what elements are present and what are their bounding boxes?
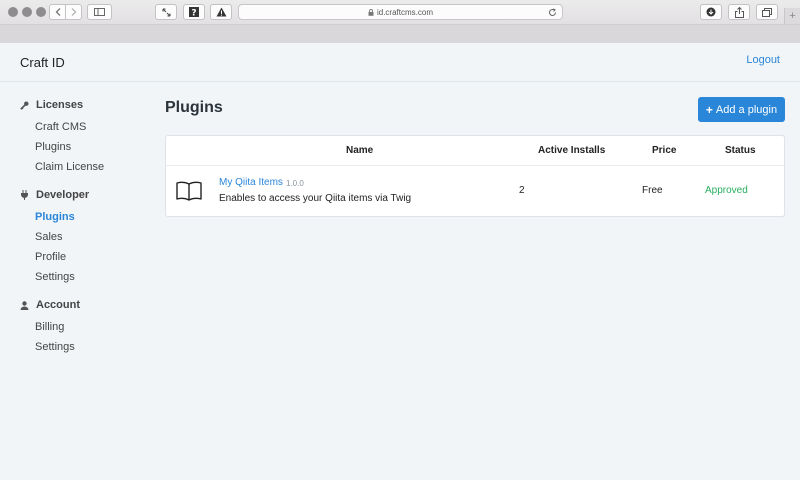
warning-icon [216, 7, 226, 17]
key-icon [20, 101, 29, 110]
sidebar-group-developer: Developer [20, 189, 89, 201]
add-plugin-label: Add a plugin [715, 103, 778, 116]
sidebar-group-account: Account [20, 299, 80, 311]
browser-chrome: ? id.craftcms.com + [0, 0, 800, 43]
sidebar-toggle-button[interactable] [87, 4, 112, 20]
user-icon [20, 300, 29, 310]
sidebar-item-billing[interactable]: Billing [35, 321, 64, 333]
active-installs-value: 2 [519, 185, 525, 196]
sidebar-item-developer-settings[interactable]: Settings [35, 271, 75, 283]
sidebar-group-licenses: Licenses [20, 99, 83, 111]
plugins-table: Name Active Installs Price Status My Qii… [165, 135, 785, 217]
address-bar[interactable]: id.craftcms.com [238, 4, 563, 20]
svg-text:?: ? [191, 9, 196, 18]
extension-button-3[interactable] [210, 4, 232, 20]
lock-icon [368, 8, 374, 16]
add-plugin-button[interactable]: + Add a plugin [698, 97, 785, 122]
table-row[interactable]: My Qiita Items 1.0.0 Enables to access y… [166, 167, 784, 217]
browser-toolbar: ? id.craftcms.com [0, 0, 800, 24]
column-header-name[interactable]: Name [346, 145, 373, 156]
new-tab-button[interactable]: + [784, 8, 800, 24]
share-button[interactable] [728, 4, 750, 20]
sidebar-item-claim-license[interactable]: Claim License [35, 161, 104, 173]
plug-icon [21, 190, 28, 200]
sidebar-item-account-settings[interactable]: Settings [35, 341, 75, 353]
sidebar-item-profile[interactable]: Profile [35, 251, 66, 263]
plugin-version: 1.0.0 [286, 179, 304, 188]
expand-icon [162, 8, 170, 16]
sidebar-item-sales[interactable]: Sales [35, 231, 63, 243]
back-button[interactable] [49, 4, 66, 20]
close-window-button[interactable] [8, 7, 18, 17]
address-bar-url: id.craftcms.com [376, 7, 433, 17]
share-icon [734, 6, 744, 18]
table-header: Name Active Installs Price Status [166, 136, 784, 166]
downloads-button[interactable] [700, 4, 722, 20]
chevron-right-icon [71, 8, 76, 16]
status-badge: Approved [705, 185, 748, 196]
sidebar-item-license-plugins[interactable]: Plugins [35, 141, 71, 153]
plugin-description: Enables to access your Qiita items via T… [219, 193, 412, 204]
forward-button[interactable] [65, 4, 82, 20]
reload-icon[interactable] [548, 8, 557, 17]
sidebar-group-label: Licenses [36, 99, 84, 111]
extension-button-2[interactable]: ? [183, 4, 205, 20]
sidebar-group-label: Account [36, 299, 80, 311]
logout-link[interactable]: Logout [746, 54, 780, 66]
plus-icon: + [789, 10, 796, 22]
extension-button-1[interactable] [155, 4, 177, 20]
column-header-price[interactable]: Price [652, 145, 676, 156]
column-header-active-installs[interactable]: Active Installs [538, 145, 605, 156]
zoom-window-button[interactable] [36, 7, 46, 17]
tabs-overview-button[interactable] [756, 4, 778, 20]
column-header-status[interactable]: Status [725, 145, 756, 156]
tab-bar [0, 24, 800, 43]
sidebar-item-developer-plugins[interactable]: Plugins [35, 211, 75, 223]
app-header: Craft ID Logout [0, 43, 800, 82]
chevron-left-icon [55, 8, 60, 16]
sidebar-item-craft-cms[interactable]: Craft CMS [35, 121, 86, 133]
sidebar-icon [94, 8, 105, 16]
book-icon [176, 181, 202, 201]
tabs-icon [762, 7, 772, 17]
minimize-window-button[interactable] [22, 7, 32, 17]
plus-icon: + [705, 102, 713, 117]
question-icon: ? [189, 7, 199, 17]
sidebar-group-label: Developer [36, 189, 90, 201]
brand-title: Craft ID [20, 55, 65, 70]
plugin-name-link[interactable]: My Qiita Items [219, 177, 283, 188]
price-value: Free [642, 185, 663, 196]
download-icon [706, 7, 716, 17]
page-title: Plugins [165, 99, 223, 116]
